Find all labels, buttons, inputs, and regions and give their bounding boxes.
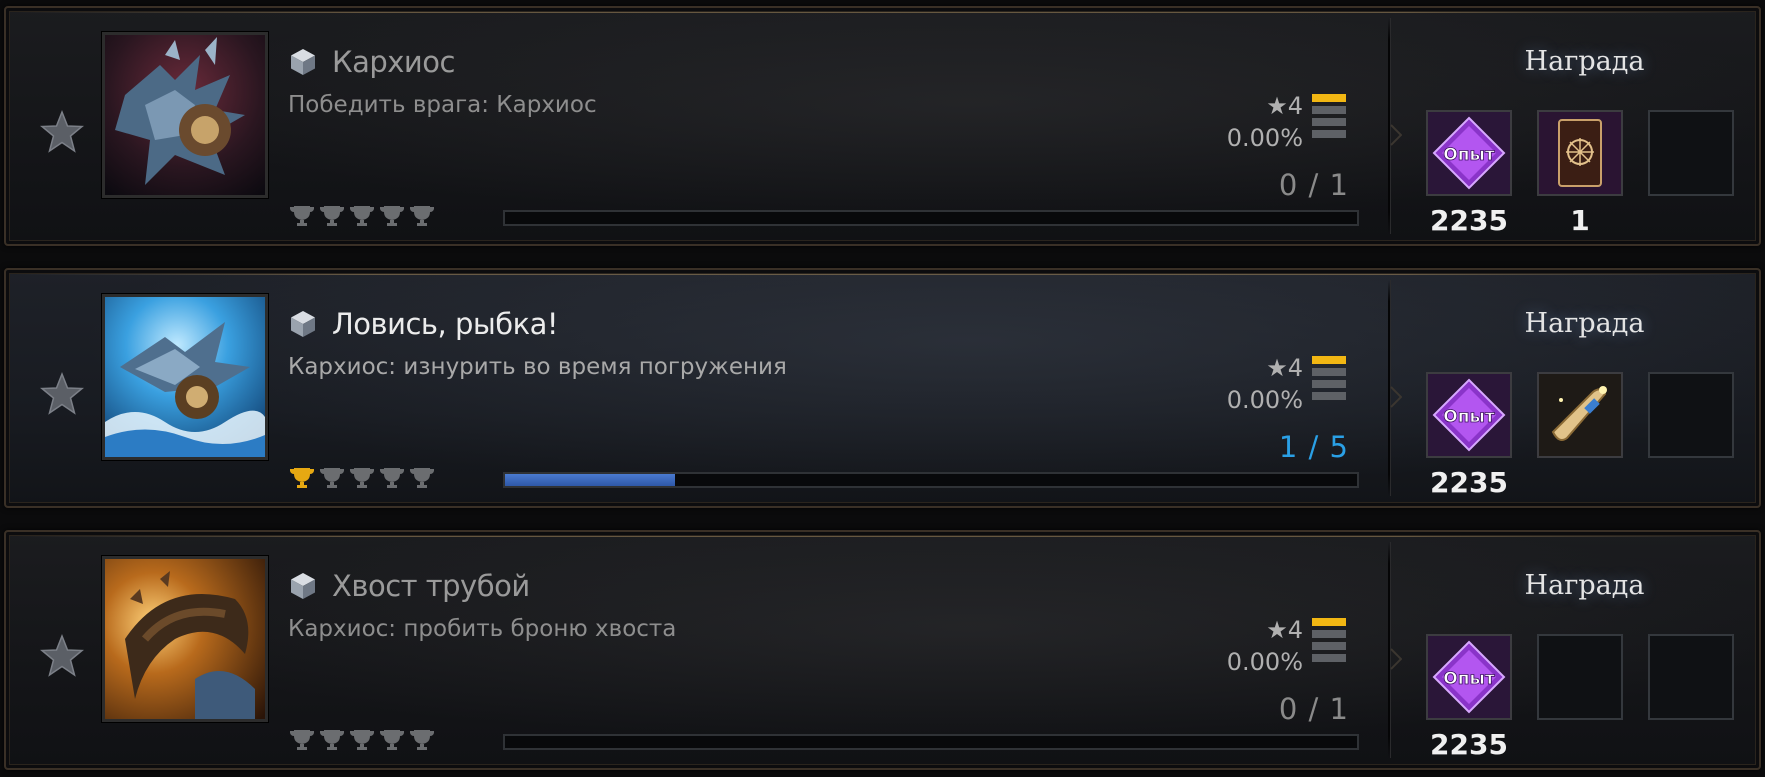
trophy-icon: [320, 468, 344, 488]
reward-label: Награда: [1524, 46, 1645, 77]
grade-label: ★4: [1266, 616, 1303, 644]
achievement-description: Победить врага: Кархиос: [288, 92, 597, 118]
trophy-icon-earned: [290, 468, 314, 488]
trophy-icon: [350, 206, 374, 226]
card-pack-icon: [1539, 112, 1621, 194]
trophy-icon: [380, 730, 404, 750]
achievement-title: Ловись, рыбка!: [332, 307, 559, 341]
tier-indicator: [1312, 618, 1346, 666]
reward-slot-experience[interactable]: Опыт: [1426, 634, 1512, 720]
tier-bar: [1312, 94, 1346, 102]
reward-label: Награда: [1524, 570, 1645, 601]
progress-bar: [503, 210, 1359, 226]
achievement-card[interactable]: Хвост трубой Кархиос: пробить броню хвос…: [4, 530, 1761, 770]
tier-bar: [1312, 130, 1346, 138]
achievement-description: Кархиос: пробить броню хвоста: [288, 616, 677, 642]
tier-bar: [1312, 380, 1346, 388]
karhios-dragon-portrait: [102, 32, 268, 198]
chevron-right-icon: [1390, 124, 1402, 146]
grade-label: ★4: [1266, 354, 1303, 382]
trophy-icon: [380, 206, 404, 226]
tier-bar: [1312, 106, 1346, 114]
reward-slot-experience[interactable]: Опыт: [1426, 110, 1512, 196]
tier-bar: [1312, 630, 1346, 638]
progress-count: 0 / 1: [1278, 168, 1349, 202]
reward-count: 2235: [1430, 204, 1508, 237]
reward-slot-empty: [1537, 634, 1623, 720]
chevron-right-icon: [1390, 386, 1402, 408]
reward-slot-empty: [1648, 110, 1734, 196]
achievement-title: Кархиос: [332, 45, 455, 79]
trophy-icon: [410, 206, 434, 226]
reward-slot-card[interactable]: [1537, 110, 1623, 196]
reward-slot-empty: [1648, 634, 1734, 720]
completion-percent: 0.00%: [1226, 124, 1303, 152]
experience-crystal-icon: Опыт: [1428, 112, 1510, 194]
chevron-right-icon: [1390, 648, 1402, 670]
trophy-icon: [290, 206, 314, 226]
experience-crystal-icon: Опыт: [1428, 374, 1510, 456]
achievement-title: Хвост трубой: [332, 569, 530, 603]
cube-grade-icon: [291, 311, 315, 337]
reward-count: 2235: [1430, 728, 1508, 761]
experience-text: Опыт: [1443, 145, 1495, 165]
favorite-star-icon[interactable]: [38, 370, 86, 418]
karhios-tail-portrait: [102, 556, 268, 722]
reward-slot-experience[interactable]: Опыт: [1426, 372, 1512, 458]
progress-fill: [505, 474, 676, 486]
trophy-icon: [350, 468, 374, 488]
scroll-icon: [1539, 374, 1621, 456]
trophy-icon: [320, 730, 344, 750]
reward-slot-scroll[interactable]: [1537, 372, 1623, 458]
trophy-icon: [290, 730, 314, 750]
experience-crystal-icon: Опыт: [1428, 636, 1510, 718]
progress-bar: [503, 734, 1359, 750]
achievement-list: Кархиос Победить врага: Кархиос ★4 0.00%…: [0, 0, 1765, 777]
tier-bar: [1312, 392, 1346, 400]
completion-percent: 0.00%: [1226, 648, 1303, 676]
cube-grade-icon: [291, 49, 315, 75]
favorite-star-icon[interactable]: [38, 632, 86, 680]
grade-label: ★4: [1266, 92, 1303, 120]
trophy-icon: [410, 468, 434, 488]
favorite-star-icon[interactable]: [38, 108, 86, 156]
trophy-row: [288, 204, 436, 228]
reward-count: 1: [1570, 204, 1590, 237]
tier-bar: [1312, 368, 1346, 376]
reward-slot-empty: [1648, 372, 1734, 458]
achievement-description: Кархиос: изнурить во время погружения: [288, 354, 787, 380]
trophy-row: [288, 728, 436, 752]
progress-bar: [503, 472, 1359, 488]
tier-bar: [1312, 654, 1346, 662]
progress-count: 0 / 1: [1278, 692, 1349, 726]
tier-bar: [1312, 356, 1346, 364]
tier-bar: [1312, 618, 1346, 626]
tier-indicator: [1312, 356, 1346, 404]
tier-indicator: [1312, 94, 1346, 142]
reward-count: 2235: [1430, 466, 1508, 499]
tier-bar: [1312, 118, 1346, 126]
tier-bar: [1312, 642, 1346, 650]
cube-grade-icon: [291, 573, 315, 599]
karhios-water-portrait: [102, 294, 268, 460]
reward-label: Награда: [1524, 308, 1645, 339]
trophy-icon: [410, 730, 434, 750]
trophy-icon: [350, 730, 374, 750]
achievement-card[interactable]: Ловись, рыбка! Кархиос: изнурить во врем…: [4, 268, 1761, 508]
experience-text: Опыт: [1443, 407, 1495, 427]
experience-text: Опыт: [1443, 669, 1495, 689]
progress-count: 1 / 5: [1278, 430, 1349, 464]
achievement-card[interactable]: Кархиос Победить врага: Кархиос ★4 0.00%…: [4, 6, 1761, 246]
trophy-icon: [320, 206, 344, 226]
trophy-row: [288, 466, 436, 490]
completion-percent: 0.00%: [1226, 386, 1303, 414]
trophy-icon: [380, 468, 404, 488]
